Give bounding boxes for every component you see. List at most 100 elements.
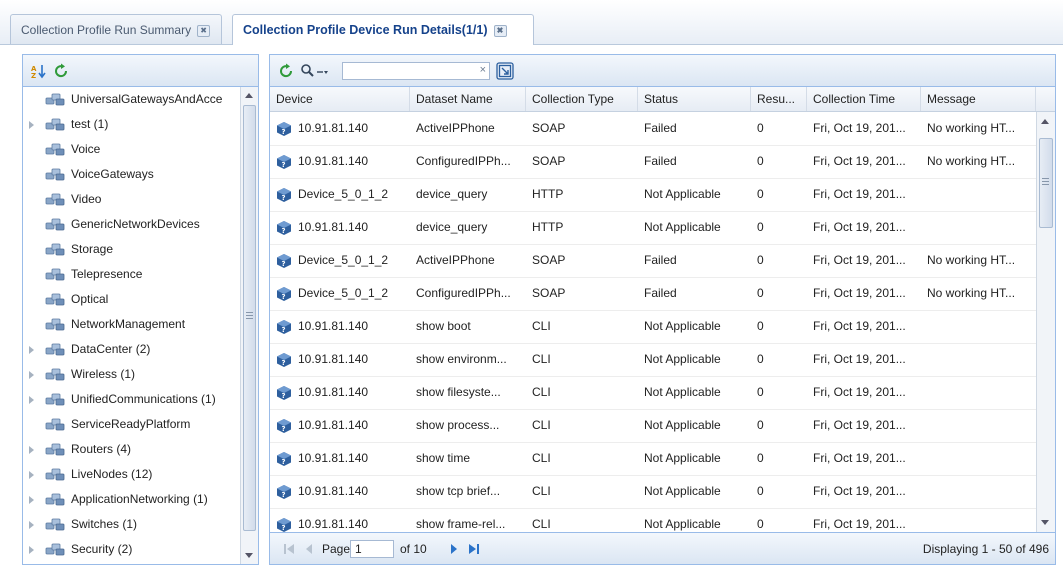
tree-node[interactable]: UniversalGatewaysAndAcce [23,87,242,112]
search-dropdown-icon[interactable] [300,63,330,79]
table-cell: 0 [757,121,764,135]
display-message: Displaying 1 - 50 of 496 [922,542,1049,556]
column-header[interactable]: Resu... [751,87,807,111]
close-icon[interactable]: ✖ [197,25,211,37]
table-cell: show time [416,451,471,465]
scroll-down-icon[interactable] [1041,520,1049,525]
previous-page-icon[interactable] [302,542,316,556]
expand-arrow-icon[interactable] [29,121,34,129]
table-cell: Fri, Oct 19, 201... [813,154,906,168]
tree-node[interactable]: LiveNodes (12) [23,462,242,487]
page-count: of 10 [400,542,427,556]
refresh-icon[interactable] [53,63,69,79]
table-cell: device_query [416,187,488,201]
table-row[interactable]: ? Device_5_0_1_2 ActiveIPPhone SOAP Failed 0 F… [270,244,1036,278]
device-group-icon [45,343,65,356]
expand-arrow-icon[interactable] [29,546,34,554]
tree-node[interactable]: Wireless (1) [23,362,242,387]
table-cell: show tcp brief... [416,484,501,498]
tree-node[interactable]: Telepresence [23,262,242,287]
tree-node[interactable]: UnifiedCommunications (1) [23,387,242,412]
last-page-icon[interactable] [467,542,481,556]
table-cell: CLI [532,484,551,498]
page-number-input[interactable]: 1 [350,540,394,558]
tab-label: Collection Profile Run Summary [21,23,192,37]
expand-arrow-icon[interactable] [29,521,34,529]
column-header[interactable]: Collection Type [526,87,638,111]
table-cell: CLI [532,451,551,465]
device-group-icon [45,193,65,206]
table-cell: Fri, Oct 19, 201... [813,484,906,498]
table-cell: Not Applicable [644,319,721,333]
table-cell: 0 [757,319,764,333]
tree-node[interactable]: Video [23,187,242,212]
expand-arrow-icon[interactable] [29,396,34,404]
tree-node[interactable]: DataCenter (2) [23,337,242,362]
table-row[interactable]: ? 10.91.81.140 show boot CLI Not Applicable 0… [270,310,1036,344]
expand-arrow-icon[interactable] [29,471,34,479]
tree-node[interactable]: Storage [23,237,242,262]
expand-arrow-icon[interactable] [29,371,34,379]
device-icon: ? [277,254,291,268]
table-cell: Fri, Oct 19, 201... [813,517,906,531]
tree-node[interactable]: ApplicationNetworking (1) [23,487,242,512]
table-row[interactable]: ? Device_5_0_1_2 device_query HTTP Not Appli… [270,178,1036,212]
tree-node[interactable]: Voice [23,137,242,162]
column-header[interactable]: Dataset Name [410,87,526,111]
table-cell: show process... [416,418,500,432]
scroll-up-icon[interactable] [245,93,253,98]
export-icon[interactable] [496,62,514,80]
table-row[interactable]: ? 10.91.81.140 show tcp brief... CLI Not App… [270,475,1036,509]
table-cell: Failed [644,253,677,267]
table-row[interactable]: ? 10.91.81.140 device_query HTTP Not Applica… [270,211,1036,245]
scroll-up-icon[interactable] [1041,119,1049,124]
column-header[interactable]: Status [638,87,751,111]
table-cell: Not Applicable [644,484,721,498]
table-row[interactable]: ? 10.91.81.140 show filesyste... CLI Not App… [270,376,1036,410]
tree-node[interactable]: Security (2) [23,537,242,562]
next-page-icon[interactable] [447,542,461,556]
table-cell: ? 10.91.81.140 [270,310,410,343]
scroll-down-icon[interactable] [245,553,253,558]
tree-node-label: Routers (4) [71,442,132,456]
expand-arrow-icon[interactable] [29,446,34,454]
column-header[interactable]: Device [270,87,410,111]
grid-scrollbar[interactable] [1036,112,1055,532]
tree-node[interactable]: VoiceGateways [23,162,242,187]
table-row[interactable]: ? 10.91.81.140 show time CLI Not Applicable 0… [270,442,1036,476]
table-cell [921,409,1036,442]
table-row[interactable]: ? 10.91.81.140 show frame-rel... CLI Not App… [270,508,1036,532]
scrollbar-thumb[interactable] [1039,138,1053,228]
sort-icon[interactable]: A Z [31,63,47,79]
tree-node[interactable]: NetworkManagement [23,312,242,337]
svg-text:?: ? [282,491,286,499]
device-group-icon [45,518,65,531]
tree-node[interactable]: Switches (1) [23,512,242,537]
tree-node-label: NetworkManagement [71,317,186,331]
tree-node[interactable]: Routers (4) [23,437,242,462]
table-row[interactable]: ? 10.91.81.140 ConfiguredIPPh... SOAP Failed… [270,145,1036,179]
tree-scrollbar[interactable] [240,87,258,564]
expand-arrow-icon[interactable] [29,346,34,354]
table-row[interactable]: ? 10.91.81.140 show environm... CLI Not Appl… [270,343,1036,377]
column-header[interactable]: Message [921,87,1036,111]
tree-node[interactable]: ServiceReadyPlatform [23,412,242,437]
close-icon[interactable]: ✖ [493,25,507,37]
tab-collection-profile-device-run-details[interactable]: Collection Profile Device Run Details(1/… [232,14,534,45]
tree-node[interactable]: GenericNetworkDevices [23,212,242,237]
clear-search-icon[interactable]: × [480,64,486,76]
refresh-icon[interactable] [278,63,294,79]
column-header[interactable]: Collection Time [807,87,921,111]
device-name: 10.91.81.140 [298,517,369,531]
tree-node[interactable]: Optical [23,287,242,312]
table-cell: ? Device_5_0_1_2 [270,244,410,277]
tree-node[interactable]: test (1) [23,112,242,137]
first-page-icon[interactable] [282,542,296,556]
table-row[interactable]: ? Device_5_0_1_2 ConfiguredIPPh... SOAP Fail… [270,277,1036,311]
table-row[interactable]: ? 10.91.81.140 show process... CLI Not Appli… [270,409,1036,443]
search-input[interactable]: × [342,62,490,80]
tab-collection-profile-run-summary[interactable]: Collection Profile Run Summary ✖ [10,14,222,44]
table-cell: CLI [532,352,551,366]
expand-arrow-icon[interactable] [29,496,34,504]
table-row[interactable]: ? 10.91.81.140 ActiveIPPhone SOAP Failed 0 Fri… [270,112,1036,146]
